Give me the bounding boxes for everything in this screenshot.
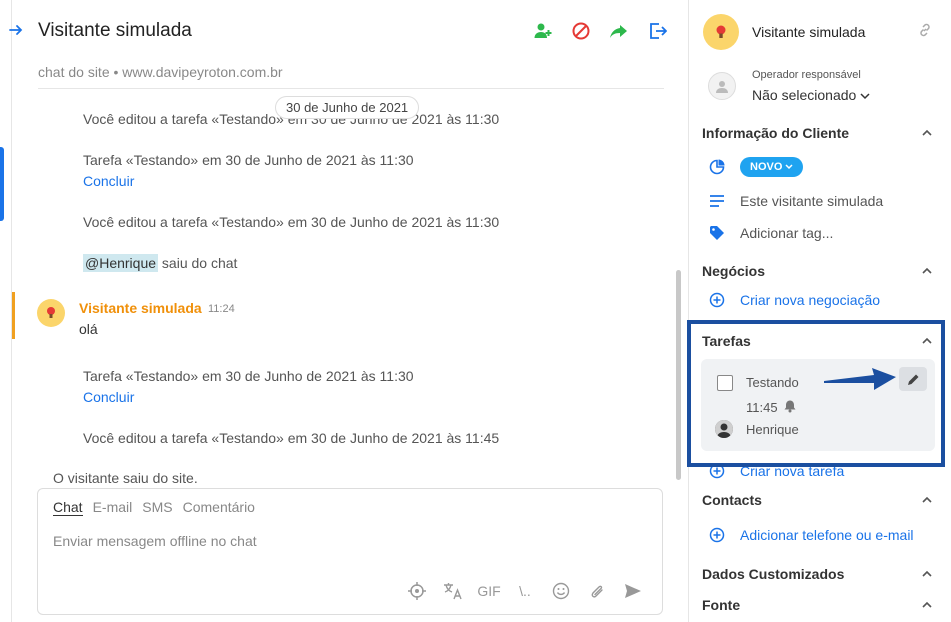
add-contact-link[interactable]: Adicionar telefone ou e-mail bbox=[740, 527, 914, 543]
status-badge[interactable]: NOVO bbox=[740, 157, 804, 177]
add-tag-link[interactable]: Adicionar tag... bbox=[740, 225, 833, 241]
divider bbox=[38, 88, 664, 89]
translate-icon[interactable] bbox=[442, 580, 464, 602]
page-title: Visitante simulada bbox=[38, 20, 192, 41]
add-circle-icon bbox=[708, 526, 726, 544]
chevron-down-icon bbox=[860, 93, 870, 100]
task-time: 11:45 bbox=[746, 400, 778, 415]
add-circle-icon bbox=[708, 462, 726, 480]
left-strip bbox=[0, 0, 12, 622]
task-name: Testando bbox=[746, 375, 799, 390]
visitor-name: Visitante simulada bbox=[752, 24, 866, 40]
pencil-icon bbox=[907, 374, 918, 385]
gif-button[interactable]: GIF bbox=[477, 580, 500, 602]
visitor-message-text: olá bbox=[79, 321, 98, 337]
crosshair-icon[interactable] bbox=[406, 580, 428, 602]
add-user-icon[interactable] bbox=[532, 20, 554, 42]
create-task-link[interactable]: Criar nova tarefa bbox=[740, 463, 844, 479]
chat-panel: Visitante simulada chat do site • www.da… bbox=[9, 0, 688, 622]
add-circle-icon bbox=[708, 291, 726, 309]
task-checkbox[interactable] bbox=[717, 375, 733, 391]
create-deal-link[interactable]: Criar nova negociação bbox=[740, 292, 880, 308]
system-message: Tarefa «Testando» em 30 de Junho de 2021… bbox=[83, 368, 414, 384]
notes-icon bbox=[708, 192, 726, 210]
tab-chat[interactable]: Chat bbox=[53, 499, 83, 516]
link-icon[interactable] bbox=[917, 22, 933, 43]
emoji-icon[interactable] bbox=[550, 580, 572, 602]
system-message: @Henrique saiu do chat bbox=[83, 254, 238, 272]
visitor-left-notice: O visitante saiu do site. bbox=[53, 470, 198, 486]
leave-chat-icon[interactable] bbox=[646, 20, 668, 42]
chevron-up-icon[interactable] bbox=[921, 568, 935, 582]
section-title-tasks: Tarefas bbox=[702, 333, 751, 349]
mention[interactable]: @Henrique bbox=[83, 254, 159, 272]
section-title-deals: Negócios bbox=[702, 263, 766, 279]
scrollbar[interactable] bbox=[676, 270, 681, 480]
forward-icon[interactable] bbox=[608, 20, 630, 42]
complete-task-link[interactable]: Concluir bbox=[83, 389, 134, 405]
bell-icon bbox=[783, 399, 797, 413]
header-actions bbox=[532, 20, 668, 42]
message-composer: Chat E-mail SMS Comentário Enviar mensag… bbox=[37, 488, 663, 615]
tab-comment[interactable]: Comentário bbox=[183, 499, 255, 516]
tab-email[interactable]: E-mail bbox=[93, 499, 133, 516]
visitor-avatar bbox=[703, 14, 739, 50]
status-badge-label: NOVO bbox=[750, 161, 783, 173]
chevron-up-icon[interactable] bbox=[921, 599, 935, 613]
operator-label: Operador responsável bbox=[752, 69, 861, 81]
send-icon[interactable] bbox=[622, 580, 644, 602]
complete-task-link[interactable]: Concluir bbox=[83, 173, 134, 189]
edit-task-button[interactable] bbox=[899, 367, 927, 391]
visitor-description[interactable]: Este visitante simulada bbox=[740, 193, 883, 209]
task-assignee: Henrique bbox=[746, 422, 799, 437]
operator-value: Não selecionado bbox=[752, 87, 857, 103]
chevron-up-icon[interactable] bbox=[921, 127, 935, 141]
message-time: 11:24 bbox=[208, 303, 235, 315]
system-message: Você editou a tarefa «Testando» em 30 de… bbox=[83, 214, 500, 230]
chevron-up-icon[interactable] bbox=[921, 335, 935, 349]
message-input[interactable]: Enviar mensagem offline no chat bbox=[53, 533, 257, 549]
pie-chart-icon bbox=[708, 158, 726, 176]
task-card[interactable]: Testando 11:45 Henrique bbox=[701, 359, 935, 451]
section-title-client-info: Informação do Cliente bbox=[702, 125, 850, 141]
visitor-sidebar: Visitante simulada Operador responsável … bbox=[688, 0, 951, 622]
visitor-name: Visitante simulada bbox=[79, 300, 202, 316]
section-title-source: Fonte bbox=[702, 597, 741, 613]
system-message: Você editou a tarefa «Testando» em 30 de… bbox=[83, 430, 500, 446]
operator-avatar bbox=[708, 72, 736, 100]
active-conversation-indicator bbox=[0, 147, 4, 221]
assignee-avatar bbox=[715, 420, 733, 438]
composer-toolbar: GIF \.. bbox=[406, 580, 644, 602]
system-message: Tarefa «Testando» em 30 de Junho de 2021… bbox=[83, 152, 414, 168]
expand-arrow-icon[interactable] bbox=[6, 22, 26, 42]
chevron-down-icon bbox=[785, 164, 793, 170]
attachment-icon[interactable] bbox=[586, 580, 608, 602]
visitor-avatar bbox=[37, 299, 65, 327]
operator-select[interactable]: Não selecionado bbox=[752, 87, 870, 103]
date-separator: 30 de Junho de 2021 bbox=[275, 96, 420, 119]
message-text: saiu do chat bbox=[161, 255, 238, 271]
chevron-up-icon[interactable] bbox=[921, 494, 935, 508]
chevron-up-icon[interactable] bbox=[921, 265, 935, 279]
section-title-contacts: Contacts bbox=[702, 492, 762, 508]
tab-sms[interactable]: SMS bbox=[142, 499, 172, 516]
composer-tabs: Chat E-mail SMS Comentário bbox=[53, 499, 255, 516]
chat-source: chat do site • www.davipeyroton.com.br bbox=[38, 64, 283, 80]
slash-commands-button[interactable]: \.. bbox=[514, 580, 536, 602]
annotation-arrow bbox=[824, 368, 896, 390]
visitor-message-indicator bbox=[12, 292, 15, 339]
section-title-custom-data: Dados Customizados bbox=[702, 566, 845, 582]
tag-icon bbox=[708, 224, 726, 242]
block-icon[interactable] bbox=[570, 20, 592, 42]
